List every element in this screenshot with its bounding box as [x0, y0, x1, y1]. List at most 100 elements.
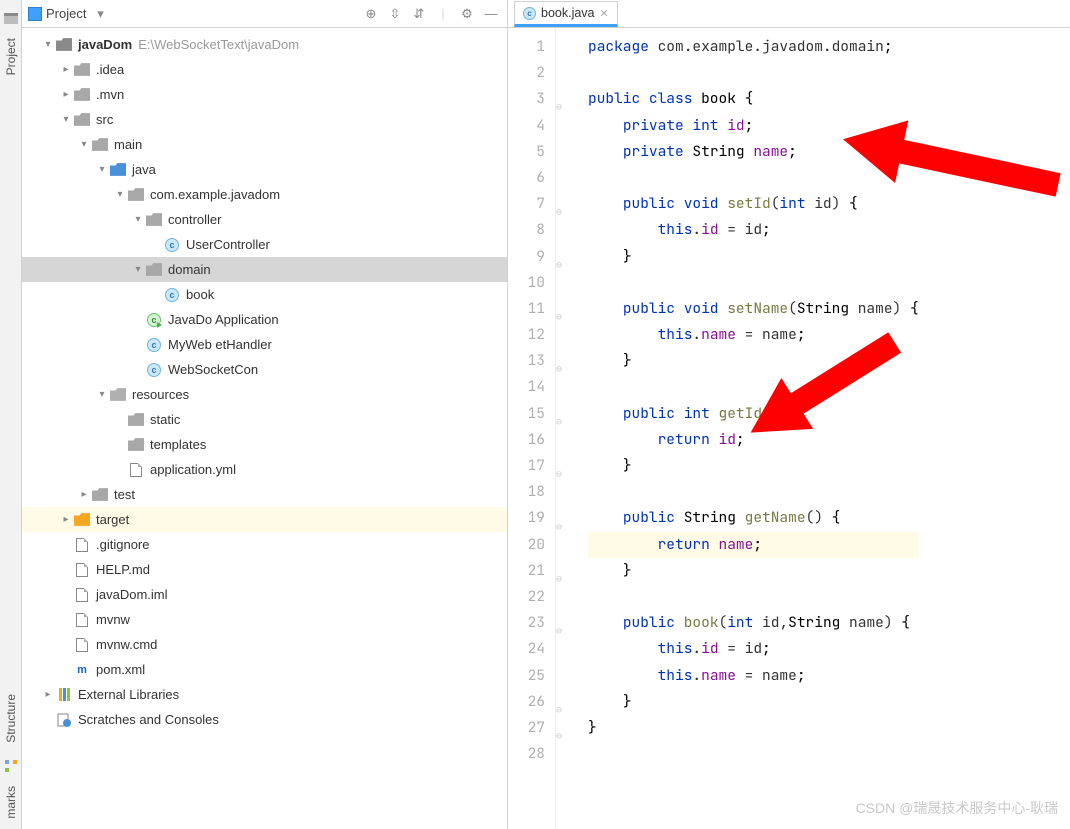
- tree-src[interactable]: ▾src: [22, 107, 507, 132]
- hide-icon[interactable]: —: [481, 4, 501, 24]
- chevron-icon[interactable]: ▾: [130, 214, 146, 225]
- chevron-icon[interactable]: ▸: [58, 64, 74, 75]
- tree-help[interactable]: HELP.md: [22, 557, 507, 582]
- structure-icon[interactable]: [3, 758, 19, 774]
- fold-icon[interactable]: ⊖: [556, 566, 562, 592]
- code-editor[interactable]: 1234567891011121314151617181920212223242…: [508, 28, 1070, 829]
- code-line-11[interactable]: public void setName(String name) {: [588, 296, 919, 322]
- chevron-icon[interactable]: ▾: [40, 39, 56, 50]
- tree-templates[interactable]: templates: [22, 432, 507, 457]
- target-icon[interactable]: ⊕: [361, 4, 381, 24]
- code-line-2[interactable]: [588, 60, 919, 86]
- tree-usercontroller[interactable]: cUserController: [22, 232, 507, 257]
- project-view-label[interactable]: Project: [46, 6, 86, 21]
- code-line-12[interactable]: this.name = name;: [588, 322, 919, 348]
- code-line-6[interactable]: [588, 165, 919, 191]
- chevron-icon[interactable]: ▸: [58, 514, 74, 525]
- code-line-24[interactable]: this.id = id;: [588, 636, 919, 662]
- fold-icon[interactable]: ⊖: [556, 697, 562, 723]
- tree-test[interactable]: ▸ test: [22, 482, 507, 507]
- code-line-20[interactable]: return name;: [588, 532, 919, 558]
- chevron-icon[interactable]: ▾: [94, 164, 110, 175]
- code-line-19[interactable]: public String getName() {: [588, 505, 919, 531]
- tree-mvnwcmd[interactable]: mvnw.cmd: [22, 632, 507, 657]
- fold-icon[interactable]: ⊖: [556, 409, 562, 435]
- fold-icon[interactable]: ⊖: [556, 199, 562, 225]
- chevron-icon[interactable]: ▸: [40, 689, 56, 700]
- code-line-10[interactable]: [588, 270, 919, 296]
- tree-wsconfig[interactable]: cWebSocketCon: [22, 357, 507, 382]
- code-line-27[interactable]: }: [588, 715, 919, 741]
- fold-icon[interactable]: ⊖: [556, 252, 562, 278]
- tree-pom[interactable]: mpom.xml: [22, 657, 507, 682]
- fold-icon[interactable]: ⊖: [556, 304, 562, 330]
- close-icon[interactable]: ✕: [600, 7, 609, 20]
- code-line-7[interactable]: public void setId(int id) {: [588, 191, 919, 217]
- fold-icon[interactable]: ⊖: [556, 723, 562, 749]
- code-line-3[interactable]: public class book {: [588, 86, 919, 112]
- fold-icon[interactable]: ⊖: [556, 618, 562, 644]
- tree-idea[interactable]: ▸.idea: [22, 57, 507, 82]
- tree-pkg[interactable]: ▾com.example.javadom: [22, 182, 507, 207]
- fold-icon[interactable]: ⊖: [556, 356, 562, 382]
- tree-domain[interactable]: ▾domain: [22, 257, 507, 282]
- code-line-4[interactable]: private int id;: [588, 113, 919, 139]
- fold-icon[interactable]: ⊖: [556, 514, 562, 540]
- side-tab-bookmarks[interactable]: marks: [2, 780, 20, 825]
- fold-icon[interactable]: ⊖: [556, 94, 562, 120]
- chevron-icon[interactable]: ▾: [94, 389, 110, 400]
- tree-controller[interactable]: ▾controller: [22, 207, 507, 232]
- side-tab-project[interactable]: Project: [2, 32, 20, 81]
- code-line-18[interactable]: [588, 479, 919, 505]
- side-tab-structure[interactable]: Structure: [2, 688, 20, 749]
- project-tree[interactable]: ▾javaDomE:\WebSocketText\javaDom▸.idea▸.…: [22, 28, 508, 829]
- chevron-icon[interactable]: ▾: [58, 114, 74, 125]
- tree-mvnw[interactable]: mvnw: [22, 607, 507, 632]
- fold-icon[interactable]: ⊖: [556, 461, 562, 487]
- code-line-9[interactable]: }: [588, 244, 919, 270]
- tree-appyml[interactable]: application.yml: [22, 457, 507, 482]
- chevron-icon[interactable]: ▾: [112, 189, 128, 200]
- tree-java[interactable]: ▾java: [22, 157, 507, 182]
- code-line-21[interactable]: }: [588, 558, 919, 584]
- tree-resources[interactable]: ▾resources: [22, 382, 507, 407]
- code-line-1[interactable]: package com.example.javadom.domain;: [588, 34, 919, 60]
- tree-handler[interactable]: cMyWeb etHandler: [22, 332, 507, 357]
- tree-target[interactable]: ▸ target: [22, 507, 507, 532]
- tree-mvn[interactable]: ▸.mvn: [22, 82, 507, 107]
- code-line-25[interactable]: this.name = name;: [588, 663, 919, 689]
- code-line-23[interactable]: public book(int id,String name) {: [588, 610, 919, 636]
- code-line-28[interactable]: [588, 741, 919, 767]
- fold-column: ⊖⊖⊖⊖⊖⊖⊖⊖⊖⊖⊖⊖: [556, 28, 570, 829]
- tree-book[interactable]: cbook: [22, 282, 507, 307]
- tree-iml[interactable]: javaDom.iml: [22, 582, 507, 607]
- dropdown-icon[interactable]: ▾: [90, 4, 110, 24]
- chevron-icon[interactable]: ▾: [130, 264, 146, 275]
- code-line-16[interactable]: return id;: [588, 427, 919, 453]
- tree-item-label: target: [96, 512, 129, 527]
- chevron-icon[interactable]: ▾: [76, 139, 92, 150]
- code-line-5[interactable]: private String name;: [588, 139, 919, 165]
- code-line-13[interactable]: }: [588, 348, 919, 374]
- code-line-17[interactable]: }: [588, 453, 919, 479]
- collapse-icon[interactable]: ⇵: [409, 4, 429, 24]
- expand-icon[interactable]: ⇳: [385, 4, 405, 24]
- code-line-22[interactable]: [588, 584, 919, 610]
- tree-scratches[interactable]: Scratches and Consoles: [22, 707, 507, 732]
- tree-gitignore[interactable]: .gitignore: [22, 532, 507, 557]
- code-line-14[interactable]: [588, 374, 919, 400]
- tree-extlibs[interactable]: ▸External Libraries: [22, 682, 507, 707]
- tree-main[interactable]: ▾main: [22, 132, 507, 157]
- tab-book-java[interactable]: c book.java ✕: [514, 1, 618, 27]
- chevron-icon[interactable]: ▸: [76, 489, 92, 500]
- chevron-icon[interactable]: ▸: [58, 89, 74, 100]
- code-line-26[interactable]: }: [588, 689, 919, 715]
- tree-item-label: test: [114, 487, 135, 502]
- tree-static[interactable]: static: [22, 407, 507, 432]
- project-tab-icon[interactable]: [3, 10, 19, 26]
- gear-icon[interactable]: ⚙: [457, 4, 477, 24]
- code-line-15[interactable]: public int getId() {: [588, 401, 919, 427]
- tree-app[interactable]: cJavaDo Application: [22, 307, 507, 332]
- code-line-8[interactable]: this.id = id;: [588, 217, 919, 243]
- tree-root[interactable]: ▾javaDomE:\WebSocketText\javaDom: [22, 32, 507, 57]
